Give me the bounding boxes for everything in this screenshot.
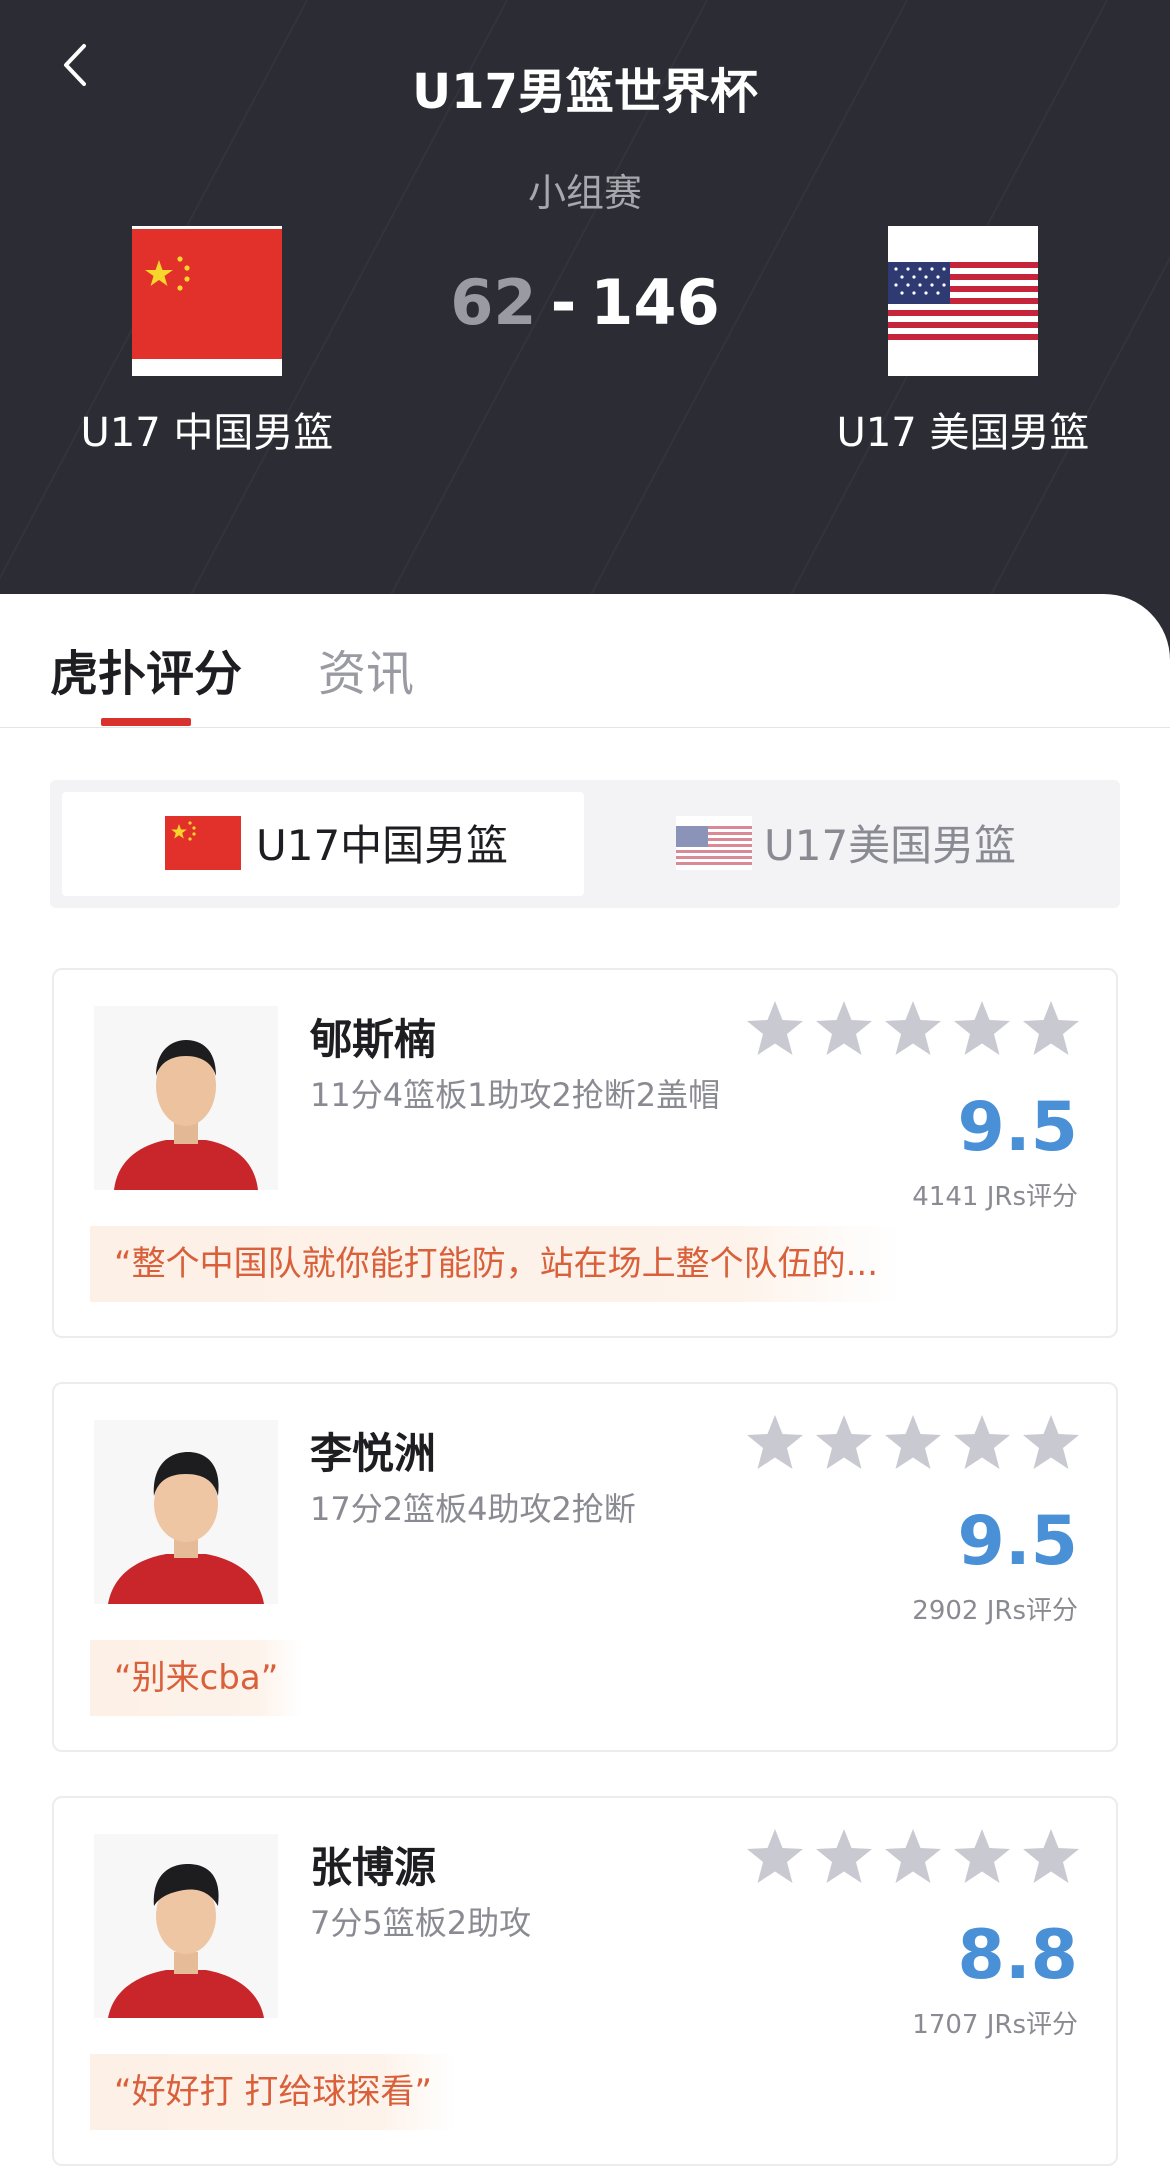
star-icon	[747, 1001, 803, 1055]
away-score: 146	[590, 266, 720, 339]
player-stats: 7分5篮板2助攻	[310, 1904, 532, 1942]
usa-flag-icon	[888, 226, 1038, 376]
team-switch-usa-label: U17美国男篮	[764, 821, 1017, 870]
player-name: 李悦洲	[310, 1429, 437, 1478]
team-switch-usa[interactable]: U17美国男篮	[586, 792, 1108, 896]
rating-count: 2902 JRs评分	[912, 1596, 1078, 1626]
star-rating[interactable]	[744, 998, 1104, 1068]
player-photo	[94, 1834, 278, 2018]
tab-news[interactable]: 资讯	[318, 634, 414, 704]
top-comment[interactable]: “好好打 打给球探看”	[90, 2054, 457, 2130]
player-stats: 17分2篮板4助攻2抢断	[310, 1490, 636, 1528]
rating-count: 1707 JRs评分	[912, 2010, 1078, 2040]
player-card[interactable]: 李悦洲 17分2篮板4助攻2抢断 9.5 2902 JRs评分 “别来cba”	[52, 1382, 1118, 1752]
player-rating: 8.8	[957, 1916, 1078, 1995]
star-icon	[885, 1001, 941, 1055]
star-icon	[885, 1415, 941, 1469]
star-rating[interactable]	[744, 1826, 1104, 1896]
player-photo	[94, 1420, 278, 1604]
player-avatar-icon	[108, 1452, 264, 1604]
star-icon	[1023, 1829, 1079, 1883]
away-team-name: U17 美国男篮	[836, 410, 1090, 456]
tab-hupu-rating[interactable]: 虎扑评分	[50, 634, 242, 704]
star-icon	[885, 1829, 941, 1883]
star-icon	[1023, 1001, 1079, 1055]
page-title: U17男篮世界杯	[412, 64, 758, 120]
player-name: 郇斯楠	[310, 1015, 437, 1064]
usa-flag-icon	[676, 816, 752, 870]
home-score: 62	[450, 266, 537, 339]
player-avatar-icon	[108, 1864, 264, 2018]
star-icon	[747, 1829, 803, 1883]
player-name: 张博源	[310, 1843, 437, 1892]
star-icon	[954, 1415, 1010, 1469]
rating-count: 4141 JRs评分	[912, 1182, 1078, 1212]
team-switch-china-label: U17中国男篮	[256, 821, 509, 870]
player-rating: 9.5	[957, 1502, 1078, 1581]
team-switch-china[interactable]: U17中国男篮	[62, 792, 584, 896]
star-icon	[747, 1415, 803, 1469]
tab-bar: 虎扑评分 资讯	[0, 594, 1170, 728]
player-photo	[94, 1006, 278, 1190]
top-comment[interactable]: “别来cba”	[90, 1640, 303, 1716]
star-rating[interactable]	[744, 1412, 1104, 1482]
away-team-flag	[888, 226, 1038, 376]
player-rating: 9.5	[957, 1088, 1078, 1167]
content-panel: 虎扑评分 资讯 U17中国男篮 U17美国男篮 郇斯楠 11分4篮板1助攻2抢断…	[0, 594, 1170, 2172]
top-comment[interactable]: “整个中国队就你能打能防，站在场上整个队伍的...	[90, 1226, 903, 1302]
score-separator: -	[550, 266, 577, 339]
team-switch: U17中国男篮 U17美国男篮	[50, 780, 1120, 908]
star-icon	[816, 1001, 872, 1055]
star-icon	[954, 1829, 1010, 1883]
china-flag-icon	[165, 816, 241, 870]
active-tab-indicator	[101, 718, 191, 726]
player-avatar-icon	[114, 1040, 258, 1190]
star-icon	[1023, 1415, 1079, 1469]
player-stats: 11分4篮板1助攻2抢断2盖帽	[310, 1076, 721, 1114]
home-team-name: U17 中国男篮	[80, 410, 334, 456]
player-card[interactable]: 郇斯楠 11分4篮板1助攻2抢断2盖帽 9.5 4141 JRs评分 “整个中国…	[52, 968, 1118, 1338]
player-card[interactable]: 张博源 7分5篮板2助攻 8.8 1707 JRs评分 “好好打 打给球探看”	[52, 1796, 1118, 2166]
match-stage: 小组赛	[527, 171, 642, 215]
star-icon	[954, 1001, 1010, 1055]
match-header: U17男篮世界杯 小组赛 62-146 U17 中国男篮 U17 美国男篮	[0, 0, 1170, 660]
star-icon	[816, 1829, 872, 1883]
star-icon	[816, 1415, 872, 1469]
